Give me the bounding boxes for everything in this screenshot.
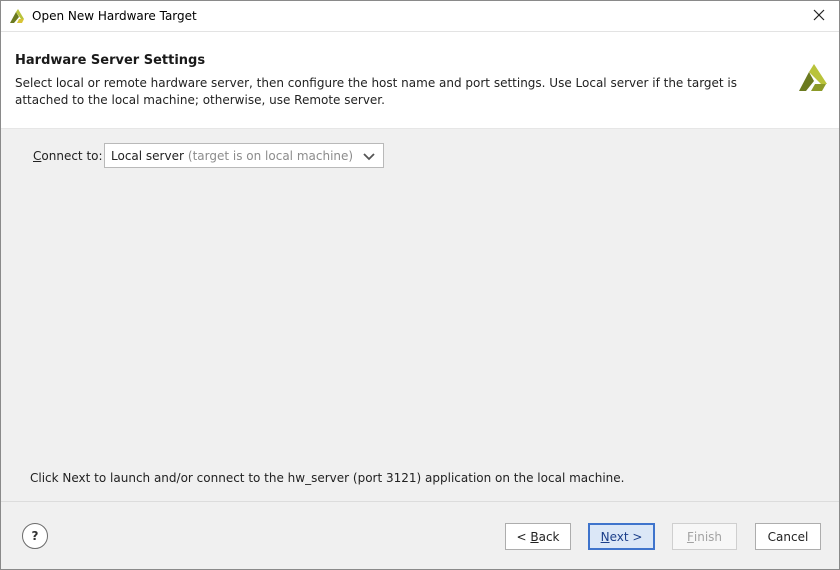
next-mnemonic: N [600, 529, 610, 544]
finish-label: inish [693, 529, 723, 544]
back-label: ack [538, 529, 560, 544]
close-icon [813, 9, 825, 24]
next-label: ext > [609, 529, 643, 544]
wizard-header: Hardware Server Settings Select local or… [1, 31, 839, 129]
connect-label-text: onnect to: [41, 149, 103, 163]
page-description: Select local or remote hardware server, … [15, 76, 738, 107]
info-message: Click Next to launch and/or connect to t… [30, 471, 625, 485]
wizard-content: Connect to: Local server (target is on l… [1, 129, 839, 501]
close-button[interactable] [799, 1, 839, 31]
finish-button[interactable]: Finish [672, 523, 737, 550]
connect-to-dropdown[interactable]: Local server (target is on local machine… [104, 143, 384, 168]
connect-to-label: Connect to: [33, 149, 103, 163]
vivado-logo-icon [9, 8, 25, 24]
dialog-window: Open New Hardware Target Hardware Server… [0, 0, 840, 570]
help-button[interactable]: ? [22, 523, 48, 549]
chevron-down-icon [363, 151, 375, 161]
back-mnemonic: B [530, 529, 539, 544]
dropdown-selected-value: Local server [111, 148, 184, 163]
next-button[interactable]: Next > [588, 523, 655, 550]
finish-mnemonic: F [686, 529, 694, 544]
help-icon: ? [31, 529, 39, 543]
button-bar: ? < Back Next > Finish Cancel [1, 501, 839, 569]
back-prefix: < [516, 529, 527, 544]
window-title: Open New Hardware Target [32, 9, 197, 23]
vivado-brand-icon [798, 62, 828, 92]
back-button[interactable]: < Back [505, 523, 571, 550]
page-title: Hardware Server Settings [15, 53, 206, 68]
title-bar: Open New Hardware Target [1, 1, 839, 31]
dropdown-hint: (target is on local machine) [187, 148, 354, 163]
cancel-button[interactable]: Cancel [755, 523, 821, 550]
cancel-label: Cancel [767, 529, 809, 544]
